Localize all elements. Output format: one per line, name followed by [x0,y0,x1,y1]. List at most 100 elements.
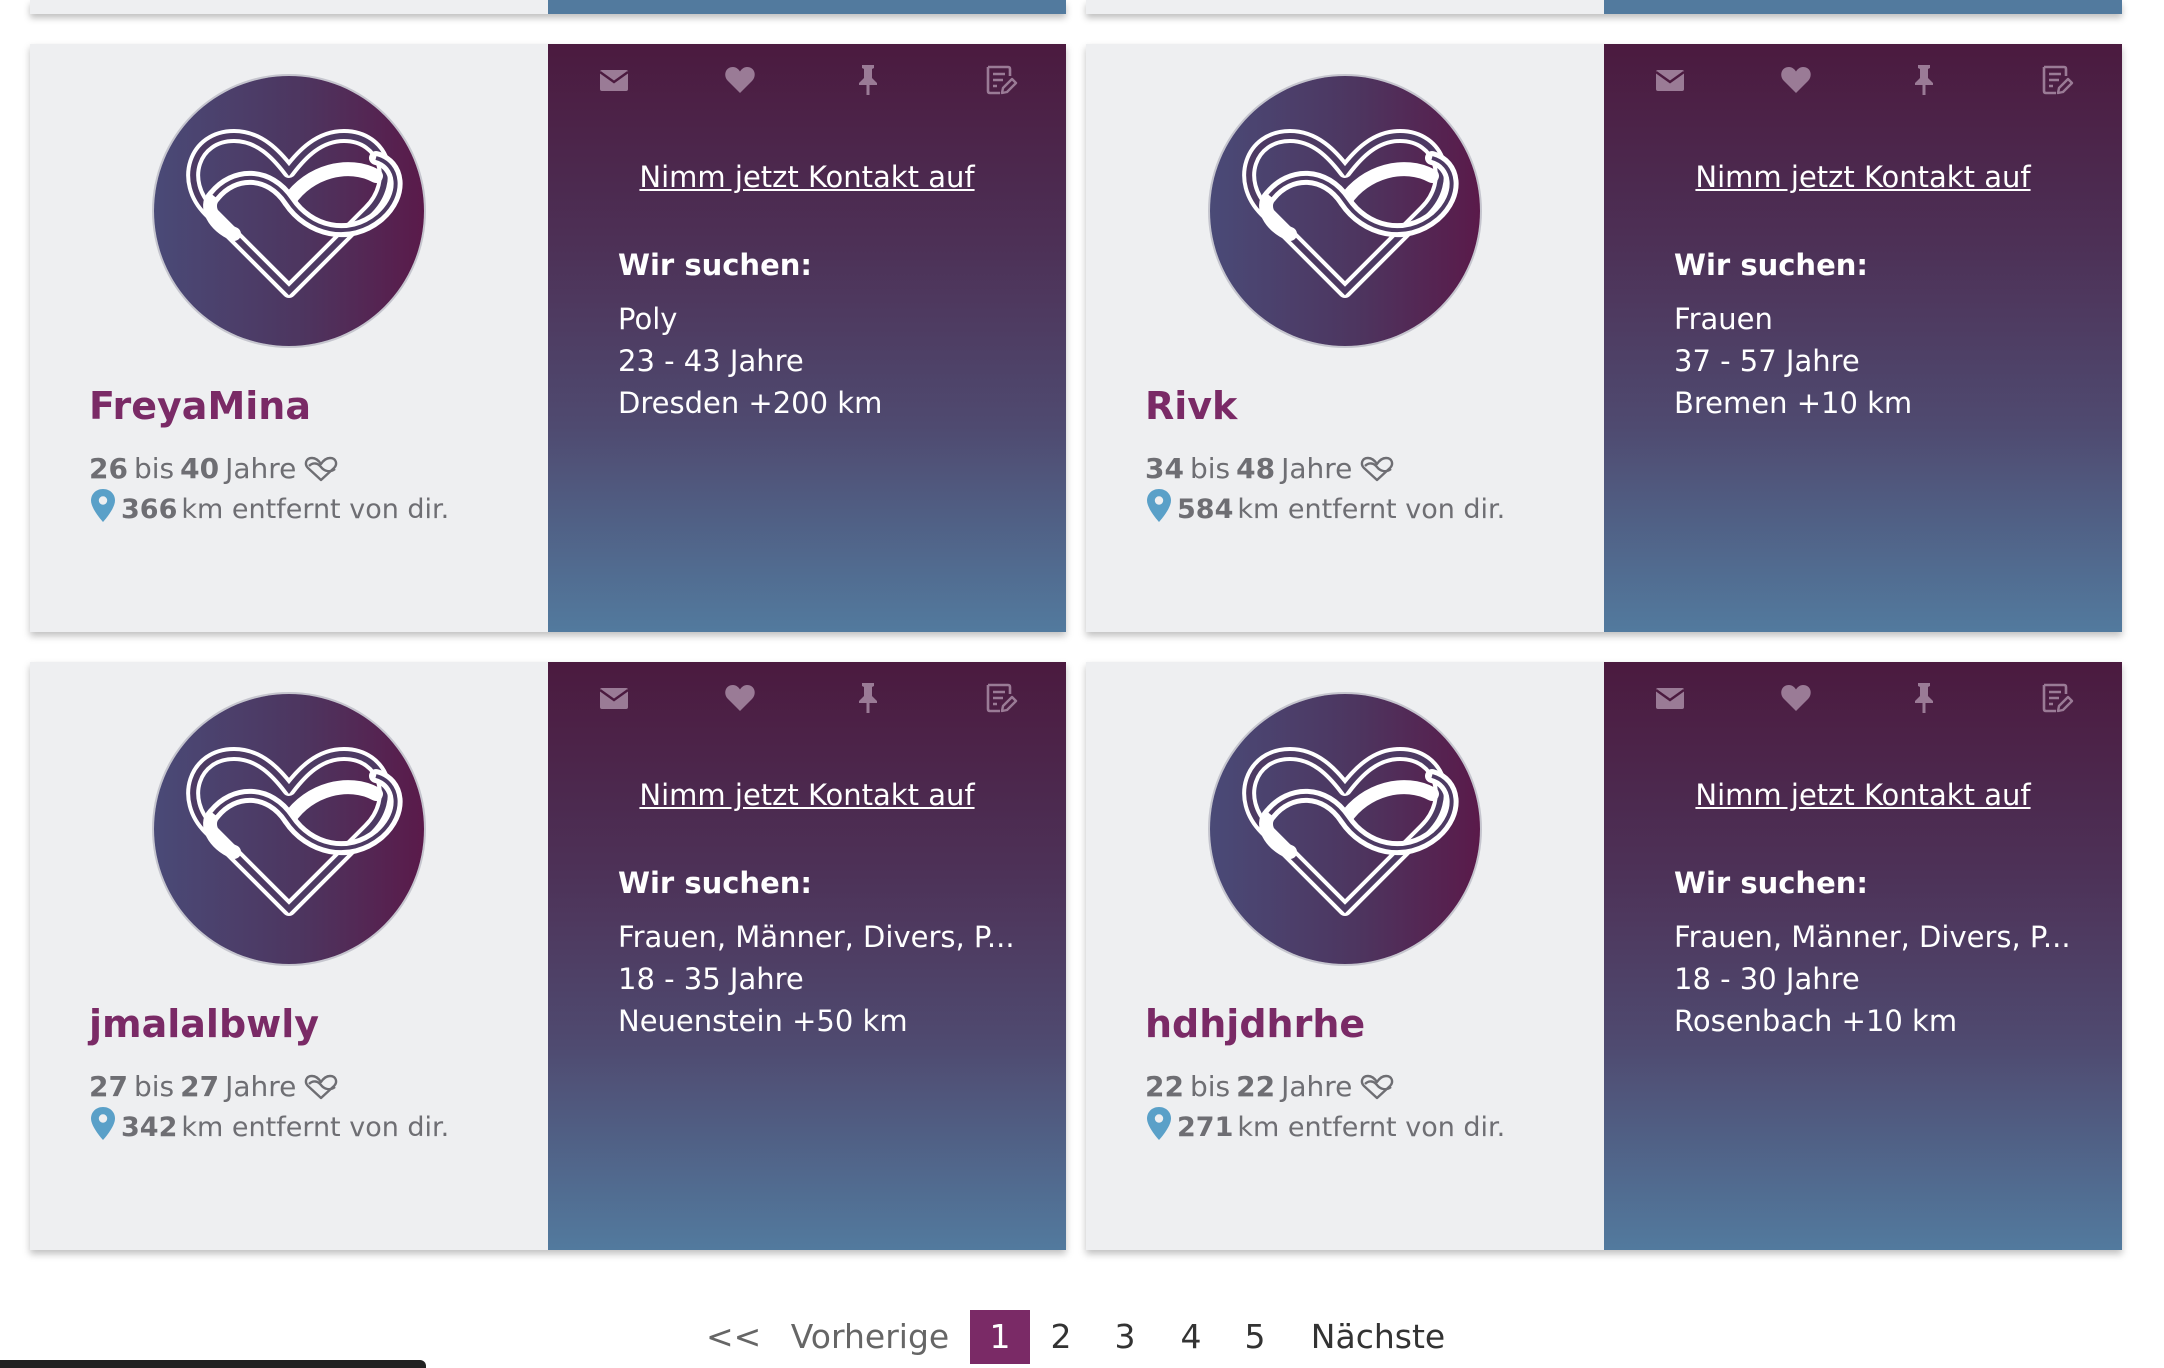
contact-link[interactable]: Nimm jetzt Kontakt auf [1604,160,2122,194]
contact-link[interactable]: Nimm jetzt Kontakt auf [548,160,1066,194]
pin-icon[interactable] [1906,680,1942,716]
profile-card[interactable]: Rivk 34 bis 48 Jahre 584 km entfernt von… [1086,44,2122,632]
username[interactable]: jmalalbwly [89,1002,319,1046]
infinity-heart-icon [1358,455,1396,483]
infinity-heart-icon [1210,694,1480,964]
age-range: 34 bis 48 Jahre [1145,452,1396,485]
age-min: 22 [1145,1070,1184,1103]
avatar[interactable] [154,76,424,346]
distance: 271 km entfernt von dir. [1145,1112,1505,1143]
distance-value: 584 [1177,494,1234,525]
search-location: Dresden +200 km [618,386,883,420]
avatar[interactable] [1210,76,1480,346]
username[interactable]: hdhjdhrhe [1145,1002,1365,1046]
action-row [1604,62,2122,112]
profile-search-panel: Nimm jetzt Kontakt auf Wir suchen: Poly … [548,44,1066,632]
search-gender: Frauen, Männer, Divers, P... [1674,920,2071,954]
page-2-button[interactable]: 2 [1046,1310,1076,1364]
profile-card[interactable]: FreyaMina 26 bis 40 Jahre 366 km entfern… [30,44,1066,632]
search-location: Rosenbach +10 km [1674,1004,1958,1038]
mail-icon[interactable] [596,62,632,98]
search-gender: Poly [618,302,678,336]
infinity-heart-icon [302,455,340,483]
profile-search-panel: Nimm jetzt Kontakt auf Wir suchen: Fraue… [1604,44,2122,632]
heart-icon[interactable] [1778,680,1814,716]
pin-icon[interactable] [850,62,886,98]
profile-search-panel: Nimm jetzt Kontakt auf Wir suchen: Fraue… [548,662,1066,1250]
age-max: 27 [180,1070,220,1103]
contact-link[interactable]: Nimm jetzt Kontakt auf [548,778,1066,812]
next-page-button[interactable]: Nächste [1308,1310,1448,1364]
profile-card[interactable]: jmalalbwly 27 bis 27 Jahre 342 km entfer… [30,662,1066,1250]
first-page-button[interactable]: << [706,1310,761,1364]
age-min: 34 [1145,452,1184,485]
distance-label: km entfernt von dir. [181,1112,450,1143]
age-min: 26 [89,452,128,485]
search-heading: Wir suchen: [1674,248,1868,282]
mail-icon[interactable] [1652,680,1688,716]
search-heading: Wir suchen: [618,866,812,900]
distance: 584 km entfernt von dir. [1145,494,1505,525]
age-range: 27 bis 27 Jahre [89,1070,340,1103]
distance-value: 271 [1177,1112,1234,1143]
search-heading: Wir suchen: [1674,866,1868,900]
age-jahre-label: Jahre [225,1070,297,1103]
card-partial-top-left [30,0,1066,14]
note-edit-icon[interactable] [982,62,1018,98]
location-pin-icon [1145,488,1173,524]
note-edit-icon[interactable] [982,680,1018,716]
search-age: 23 - 43 Jahre [618,344,804,378]
age-bis-label: bis [133,1070,175,1103]
distance: 342 km entfernt von dir. [89,1112,449,1143]
username[interactable]: FreyaMina [89,384,311,428]
infinity-heart-icon [154,694,424,964]
note-edit-icon[interactable] [2038,62,2074,98]
profile-card[interactable]: hdhjdhrhe 22 bis 22 Jahre 271 km entfern… [1086,662,2122,1250]
page-5-button[interactable]: 5 [1240,1310,1270,1364]
age-bis-label: bis [133,452,175,485]
infinity-heart-icon [1358,1073,1396,1101]
page-1-button[interactable]: 1 [970,1310,1030,1364]
avatar[interactable] [154,694,424,964]
age-max: 40 [180,452,220,485]
age-max: 48 [1236,452,1276,485]
search-location: Bremen +10 km [1674,386,1913,420]
age-jahre-label: Jahre [225,452,297,485]
profile-info: Rivk 34 bis 48 Jahre 584 km entfernt von… [1086,44,1604,632]
location-pin-icon [89,488,117,524]
profile-search-panel: Nimm jetzt Kontakt auf Wir suchen: Fraue… [1604,662,2122,1250]
age-jahre-label: Jahre [1281,452,1353,485]
mail-icon[interactable] [1652,62,1688,98]
age-max: 22 [1236,1070,1276,1103]
distance-label: km entfernt von dir. [1237,1112,1506,1143]
heart-icon[interactable] [722,680,758,716]
username[interactable]: Rivk [1145,384,1237,428]
profile-info: jmalalbwly 27 bis 27 Jahre 342 km entfer… [30,662,548,1250]
search-gender: Frauen, Männer, Divers, P... [618,920,1015,954]
page-3-button[interactable]: 3 [1110,1310,1140,1364]
pagination: << Vorherige 1 2 3 4 5 Nächste [0,1310,2164,1366]
age-jahre-label: Jahre [1281,1070,1353,1103]
pin-icon[interactable] [850,680,886,716]
mail-icon[interactable] [596,680,632,716]
card-partial-top-right [1086,0,2122,14]
search-gender: Frauen [1674,302,1773,336]
action-row [548,680,1066,730]
age-range: 22 bis 22 Jahre [1145,1070,1396,1103]
search-age: 18 - 30 Jahre [1674,962,1860,996]
heart-icon[interactable] [1778,62,1814,98]
distance-label: km entfernt von dir. [181,494,450,525]
contact-link[interactable]: Nimm jetzt Kontakt auf [1604,778,2122,812]
pin-icon[interactable] [1906,62,1942,98]
infinity-heart-icon [302,1073,340,1101]
age-range: 26 bis 40 Jahre [89,452,340,485]
action-row [1604,680,2122,730]
note-edit-icon[interactable] [2038,680,2074,716]
heart-icon[interactable] [722,62,758,98]
previous-page-button[interactable]: Vorherige [786,1310,954,1364]
avatar[interactable] [1210,694,1480,964]
action-row [548,62,1066,112]
search-age: 18 - 35 Jahre [618,962,804,996]
distance-value: 366 [121,494,178,525]
page-4-button[interactable]: 4 [1176,1310,1206,1364]
